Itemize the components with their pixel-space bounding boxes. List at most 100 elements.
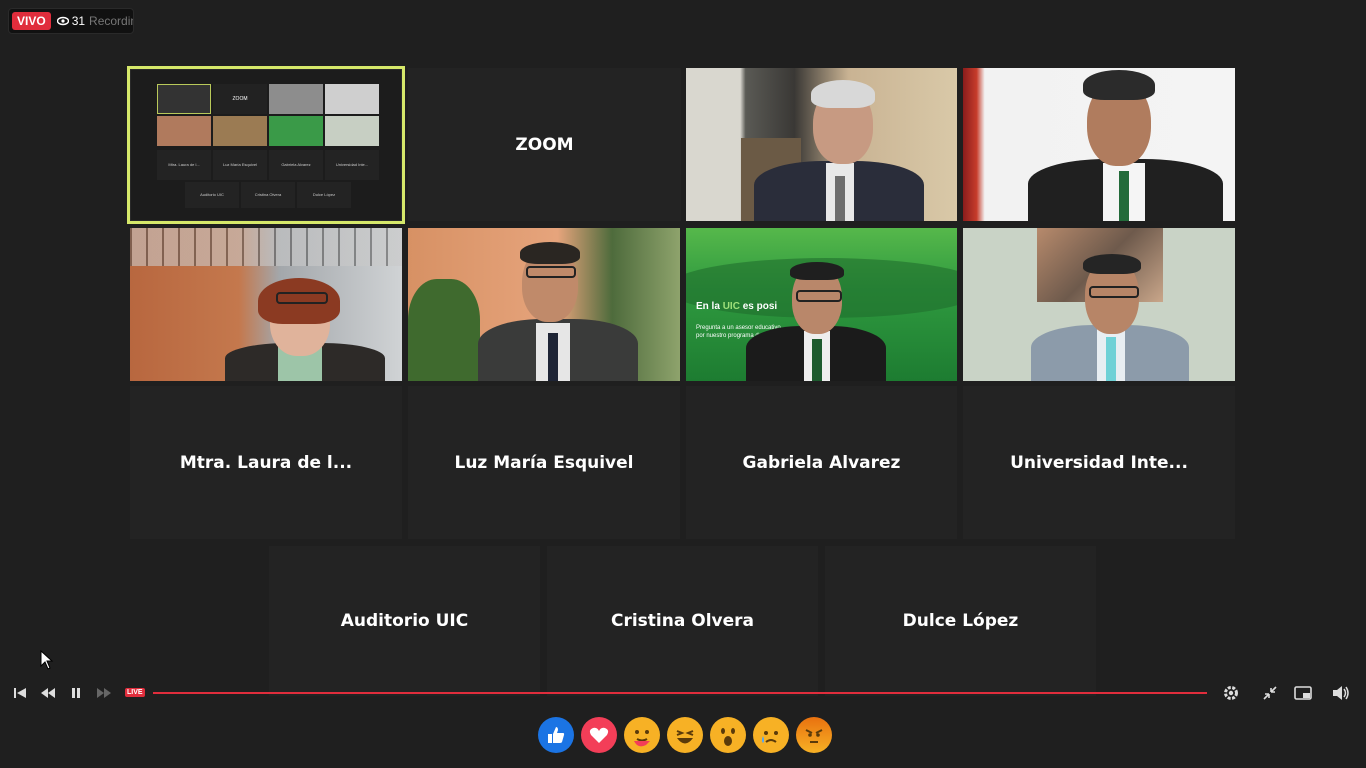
thumb-video-5 (269, 116, 323, 146)
skip-back-button[interactable] (10, 678, 30, 708)
thumb-name: Mtra. Laura de l... (157, 150, 211, 180)
glasses (796, 290, 842, 302)
care-reaction[interactable] (624, 717, 660, 753)
tile-participant-gabriela[interactable]: Gabriela Alvarez (686, 386, 957, 539)
thumb-name: Dulce López (297, 182, 351, 208)
tile-participant-cristina[interactable]: Cristina Olvera (547, 546, 818, 696)
sad-face-icon (762, 731, 778, 743)
thumbs-up-icon (548, 727, 565, 743)
tile-name: Mtra. Laura de l... (179, 452, 353, 473)
heart-icon (589, 727, 609, 743)
fast-forward-button[interactable] (94, 678, 114, 708)
angry-reaction[interactable] (796, 717, 832, 753)
thumb-name: Gabriela Alvarez (269, 150, 323, 180)
laughing-face-icon (676, 730, 694, 744)
tie (812, 339, 822, 381)
video-participant-2[interactable] (963, 68, 1235, 221)
banner-suffix: es posi (739, 301, 778, 312)
viewer-count: 31 (56, 14, 86, 28)
hair (1083, 254, 1141, 274)
hair (790, 262, 844, 280)
volume-icon (1333, 686, 1349, 700)
thumb-names-bottom: Auditorio UIC Cristina Olvera Dulce Lópe… (185, 182, 351, 208)
glasses (1089, 286, 1139, 298)
care-face-icon (634, 730, 650, 747)
banner-headline: En la UIC es posi (696, 301, 777, 312)
tile-zoom[interactable]: ZOOM (408, 68, 681, 221)
bush (408, 279, 480, 381)
skip-to-start-icon (14, 688, 26, 698)
thumbnail-screen: ZOOM Mtra. Laura de l... Luz María Esqui… (131, 70, 401, 220)
thumb-name: Auditorio UIC (185, 182, 239, 208)
thumb-video-6 (325, 116, 379, 146)
tile-name: Universidad Inte... (1010, 452, 1188, 473)
love-reaction[interactable] (581, 717, 617, 753)
thumb-tile-nested (157, 84, 211, 114)
hair (811, 80, 875, 108)
collapse-icon (1263, 686, 1277, 700)
tile-participant-laura[interactable]: Mtra. Laura de l... (130, 386, 402, 539)
rewind-button[interactable] (38, 678, 58, 708)
live-tag: LIVE (125, 688, 145, 697)
thumb-name: Luz María Esquivel (213, 150, 267, 180)
thumb-names-row: Mtra. Laura de l... Luz María Esquivel G… (157, 150, 379, 180)
banner-prefix: En la (696, 301, 723, 312)
thumb-video-3 (157, 116, 211, 146)
picture-in-picture-icon (1294, 686, 1312, 700)
tie (548, 333, 558, 381)
tile-name: Gabriela Alvarez (742, 452, 901, 473)
tile-name: Dulce López (902, 611, 1019, 631)
settings-button[interactable] (1220, 678, 1242, 708)
stream-title: Recording... (89, 14, 133, 28)
video-participant-4[interactable] (408, 228, 680, 381)
viewer-count-value: 31 (71, 14, 86, 28)
tile-participant-luz[interactable]: Luz María Esquivel (408, 386, 680, 539)
haha-reaction[interactable] (667, 717, 703, 753)
angry-face-icon (805, 729, 823, 743)
gear-icon (1224, 686, 1238, 700)
thumb-name: Cristina Olvera (241, 182, 295, 208)
video-participant-1[interactable] (686, 68, 957, 221)
like-reaction[interactable] (538, 717, 574, 753)
sad-reaction[interactable] (753, 717, 789, 753)
banner-brand: UIC (722, 301, 740, 312)
skylight (130, 228, 402, 266)
thumb-zoom: ZOOM (213, 84, 267, 114)
volume-button[interactable] (1330, 678, 1352, 708)
picture-in-picture-button[interactable] (1292, 678, 1314, 708)
surprised-face-icon (721, 728, 735, 746)
tile-participant-dulce[interactable]: Dulce López (825, 546, 1096, 696)
progress-bar[interactable] (153, 692, 1207, 694)
live-badge: VIVO 31 Recording... (8, 8, 134, 34)
tile-participant-auditorio[interactable]: Auditorio UIC (269, 546, 540, 696)
thumb-video-2 (325, 84, 379, 114)
tile-name: Cristina Olvera (611, 611, 754, 631)
thumb-video-1 (269, 84, 323, 114)
pause-button[interactable] (66, 678, 86, 708)
mouse-cursor-icon (40, 650, 54, 670)
tile-name: ZOOM (515, 134, 574, 155)
vivo-label: VIVO (12, 12, 51, 30)
hair (520, 242, 580, 264)
tie (1119, 171, 1129, 221)
tile-participant-universidad[interactable]: Universidad Inte... (963, 386, 1235, 539)
tie (835, 176, 845, 221)
glasses (276, 292, 328, 304)
tile-name: Luz María Esquivel (454, 452, 634, 473)
rewind-icon (41, 688, 55, 698)
fast-forward-icon (97, 688, 111, 698)
thumb-video-4 (213, 116, 267, 146)
video-participant-3[interactable] (130, 228, 402, 381)
video-participant-5[interactable]: En la UIC es posi Pregunta a un asesor e… (686, 228, 957, 381)
minimize-button[interactable] (1260, 678, 1280, 708)
glasses (526, 266, 576, 278)
tile-name: Auditorio UIC (340, 611, 469, 631)
tile-shared-screen[interactable]: ZOOM Mtra. Laura de l... Luz María Esqui… (127, 66, 405, 224)
wow-reaction[interactable] (710, 717, 746, 753)
pause-icon (72, 688, 80, 698)
hair (1083, 70, 1155, 100)
reactions-bar (538, 717, 832, 753)
video-participant-6[interactable] (963, 228, 1235, 381)
tie (1106, 337, 1116, 381)
thumb-name: Universidad Inte... (325, 150, 379, 180)
